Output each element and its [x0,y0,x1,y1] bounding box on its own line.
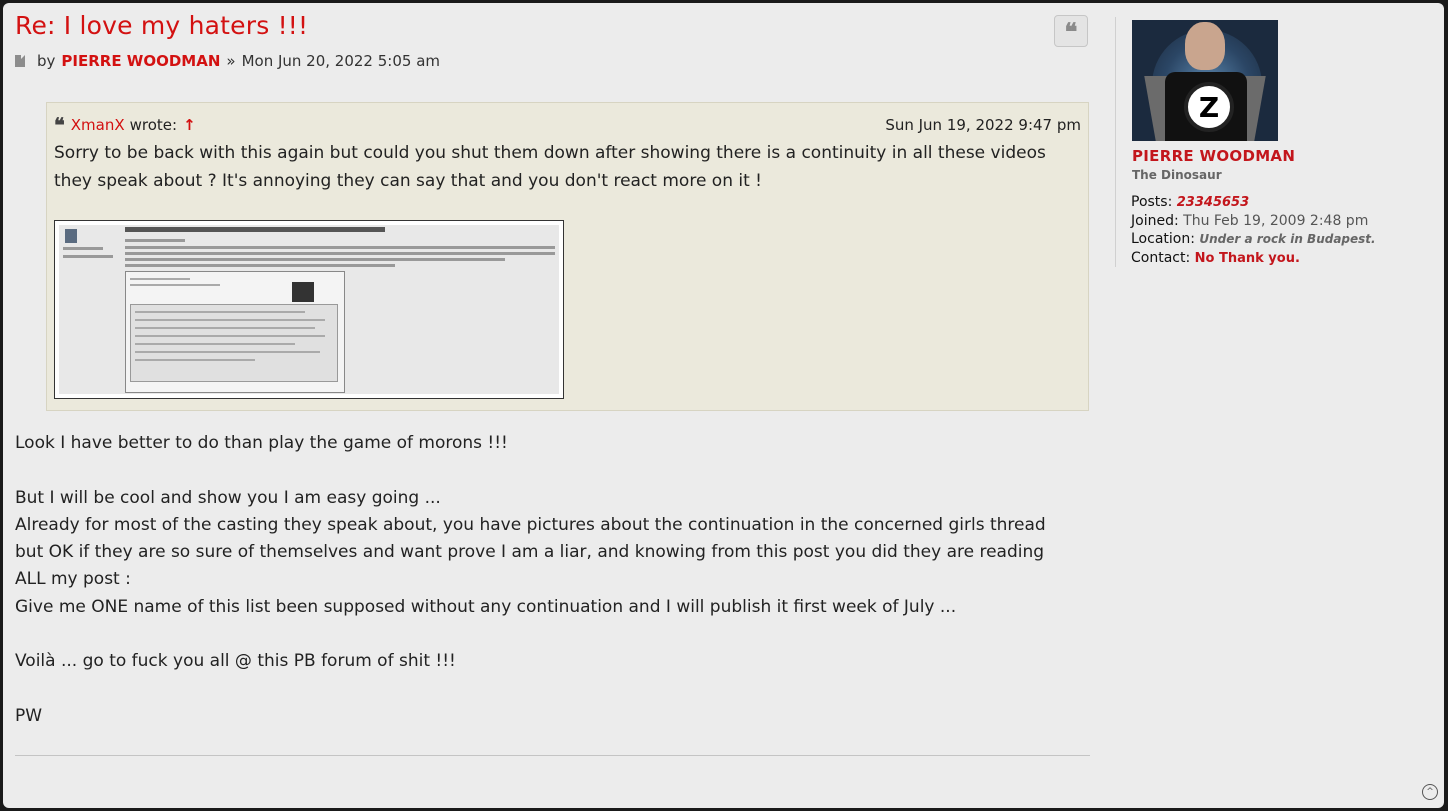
post-file-icon[interactable] [15,55,25,67]
separator: » [226,52,236,70]
quote-jump-arrow-icon[interactable]: ↑ [183,116,196,134]
screenshot-line [135,311,305,313]
chevron-up-icon: ^ [1426,786,1434,797]
screenshot-line [125,252,555,255]
body-line: Give me ONE name of this list been suppo… [15,596,957,617]
location-value: Under a rock in Budapest. [1199,232,1376,246]
post-author-line: by PIERRE WOODMAN » Mon Jun 20, 2022 5:0… [15,52,440,70]
body-line: PW [15,705,43,726]
profile-rank: The Dinosaur [1132,168,1222,182]
screenshot-line [135,351,320,353]
post-datetime: Mon Jun 20, 2022 5:05 am [241,52,440,70]
screenshot-line [63,255,113,258]
profile-name-link[interactable]: PIERRE WOODMAN [1132,147,1295,165]
screenshot-avatar [65,229,77,243]
body-line: Voilà ... go to fuck you all @ this PB f… [15,651,456,672]
by-label: by [37,52,56,70]
quote-datetime: Sun Jun 19, 2022 9:47 pm [885,116,1081,134]
screenshot-line [135,319,325,321]
body-line: Already for most of the casting they spe… [15,514,1046,535]
post-panel: Re: I love my haters !!! by PIERRE WOODM… [3,3,1444,808]
body-line [15,676,1095,703]
body-line: but OK if they are so sure of themselves… [15,542,1045,563]
screenshot-line [135,335,325,337]
post-body: Look I have better to do than play the g… [15,430,1095,730]
screenshot-line [125,246,555,249]
profile-separator [1115,17,1116,267]
screenshot-line [135,359,255,361]
posts-label: Posts: [1131,194,1173,210]
quote-icon: ❝ [1064,16,1078,46]
profile-posts: Posts: 23345653 [1131,194,1249,210]
contact-label: Contact: [1131,250,1191,266]
posts-count-link[interactable]: 23345653 [1177,195,1249,210]
screenshot-title [125,227,385,232]
quote-screenshot-image[interactable] [54,220,564,399]
screenshot-nested-post [125,271,345,393]
profile-location: Location: Under a rock in Budapest. [1131,231,1376,247]
body-line [15,621,1095,648]
screenshot-content [59,225,559,394]
screenshot-line [125,239,185,242]
post-divider [15,755,1090,756]
screenshot-quote [130,304,338,382]
joined-label: Joined: [1131,213,1179,229]
avatar-emblem-letter: Z [1198,90,1220,124]
quote-header: ❝ XmanX wrote: ↑ Sun Jun 19, 2022 9:47 p… [54,115,1081,135]
avatar[interactable]: Z [1132,20,1278,141]
quote-button[interactable]: ❝ [1054,15,1088,47]
profile-contact: Contact: No Thank you. [1131,250,1300,266]
screenshot-line [135,343,295,345]
joined-value: Thu Feb 19, 2009 2:48 pm [1183,213,1369,229]
body-line: Look I have better to do than play the g… [15,433,508,453]
body-line [15,457,1095,484]
back-to-top-button[interactable]: ^ [1422,784,1438,800]
quote-mark-icon: ❝ [54,113,65,137]
screenshot-line [130,284,220,286]
screenshot-line [125,258,505,261]
screenshot-thumb [292,282,314,302]
screenshot-line [135,327,315,329]
contact-value[interactable]: No Thank you. [1195,251,1300,266]
body-line: But I will be cool and show you I am eas… [15,487,441,508]
quote-author-link[interactable]: XmanX [71,116,125,134]
screenshot-line [125,264,395,267]
location-label: Location: [1131,231,1195,247]
post-title[interactable]: Re: I love my haters !!! [15,11,308,40]
avatar-head [1185,22,1225,70]
screenshot-line [63,247,103,250]
quote-text: Sorry to be back with this again but cou… [54,143,1046,191]
quote-block: ❝ XmanX wrote: ↑ Sun Jun 19, 2022 9:47 p… [46,102,1089,411]
body-line: ALL my post : [15,569,131,590]
avatar-emblem-icon: Z [1184,82,1234,132]
quote-wrote-label: wrote: [129,116,178,134]
screenshot-line [130,278,190,280]
profile-joined: Joined: Thu Feb 19, 2009 2:48 pm [1131,213,1368,229]
post-author-link[interactable]: PIERRE WOODMAN [61,52,220,70]
